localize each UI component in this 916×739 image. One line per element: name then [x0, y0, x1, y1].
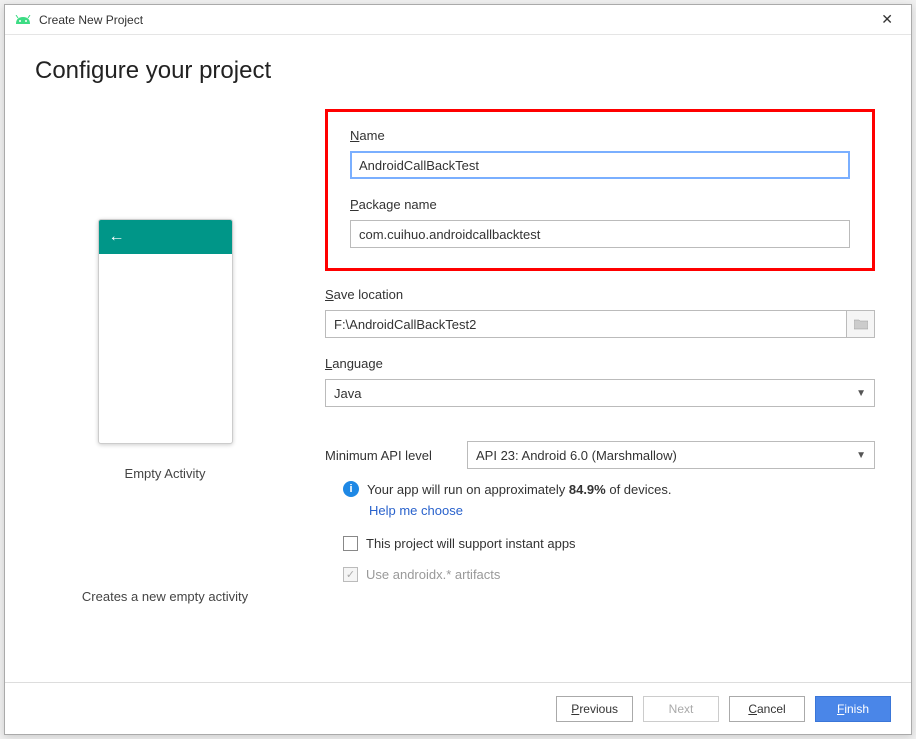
androidx-row: ✓ Use androidx.* artifacts [343, 567, 875, 582]
folder-icon [854, 319, 868, 330]
preview-column: ← Empty Activity Creates a new empty act… [35, 109, 295, 672]
api-dropdown[interactable]: API 23: Android 6.0 (Marshmallow) ▼ [467, 441, 875, 469]
window-title: Create New Project [39, 13, 873, 27]
template-description: Creates a new empty activity [82, 589, 248, 604]
finish-button[interactable]: Finish [815, 696, 891, 722]
page-title: Configure your project [35, 57, 881, 85]
form-column: Name Package name Save location [325, 109, 881, 672]
cancel-button[interactable]: Cancel [729, 696, 805, 722]
api-value: API 23: Android 6.0 (Marshmallow) [476, 448, 677, 463]
name-field: Name [350, 128, 850, 179]
instant-apps-checkbox[interactable] [343, 536, 358, 551]
previous-button[interactable]: Previous [556, 696, 633, 722]
activity-preview: ← [98, 219, 233, 444]
help-me-choose-link[interactable]: Help me choose [369, 503, 463, 518]
api-label: Minimum API level [325, 448, 455, 463]
content-area: Configure your project ← Empty Activity … [5, 35, 911, 682]
language-value: Java [334, 386, 361, 401]
close-icon[interactable]: ✕ [873, 11, 901, 28]
titlebar: Create New Project ✕ [5, 5, 911, 35]
save-label: Save location [325, 287, 875, 302]
language-label: Language [325, 356, 875, 371]
back-arrow-icon: ← [109, 228, 125, 246]
language-dropdown[interactable]: Java ▼ [325, 379, 875, 407]
android-icon [15, 12, 31, 28]
package-label: Package name [350, 197, 850, 212]
instant-apps-label: This project will support instant apps [366, 536, 576, 551]
next-button: Next [643, 696, 719, 722]
info-icon: i [343, 481, 359, 497]
androidx-label: Use androidx.* artifacts [366, 567, 500, 582]
save-input[interactable] [325, 310, 847, 338]
template-name: Empty Activity [125, 466, 206, 481]
device-coverage-info: i Your app will run on approximately 84.… [343, 481, 875, 497]
chevron-down-icon: ▼ [856, 388, 866, 399]
preview-appbar: ← [99, 220, 232, 254]
name-input[interactable] [350, 151, 850, 179]
dialog-window: Create New Project ✕ Configure your proj… [4, 4, 912, 735]
package-input[interactable] [350, 220, 850, 248]
info-text: Your app will run on approximately 84.9%… [367, 482, 672, 497]
button-bar: Previous Next Cancel Finish [5, 682, 911, 734]
androidx-checkbox: ✓ [343, 567, 358, 582]
api-field: Minimum API level API 23: Android 6.0 (M… [325, 441, 875, 469]
package-field: Package name [350, 197, 850, 248]
browse-folder-button[interactable] [847, 310, 875, 338]
highlight-box: Name Package name [325, 109, 875, 271]
chevron-down-icon: ▼ [856, 450, 866, 461]
main-area: ← Empty Activity Creates a new empty act… [35, 109, 881, 672]
save-field: Save location [325, 287, 875, 338]
name-label: Name [350, 128, 850, 143]
instant-apps-row: This project will support instant apps [343, 536, 875, 551]
language-field: Language Java ▼ [325, 356, 875, 407]
